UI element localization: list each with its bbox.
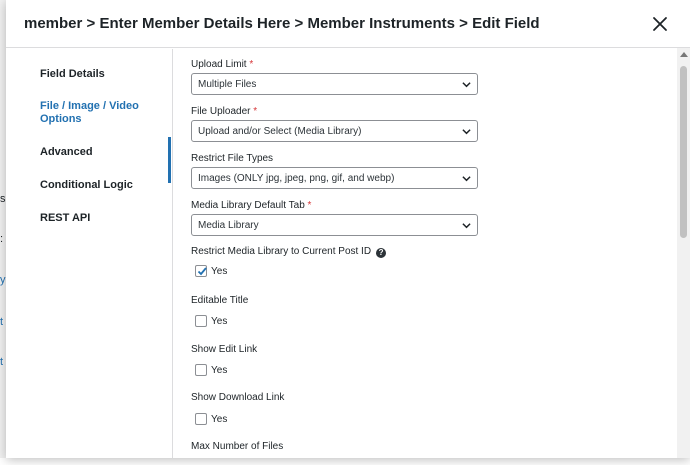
checkbox-label: Yes — [211, 365, 228, 376]
sidebar-divider — [172, 49, 173, 458]
scroll-up-arrow[interactable] — [680, 52, 688, 57]
label-text: Max Number of Files — [191, 441, 284, 452]
select-value: Upload and/or Select (Media Library) — [198, 126, 362, 137]
close-icon — [653, 17, 667, 31]
required-marker: * — [307, 200, 312, 211]
editable-title-label: Editable Title — [191, 295, 248, 306]
sidebar-item-conditional-logic[interactable]: Conditional Logic — [40, 179, 133, 192]
upload-limit-select[interactable]: Multiple Files — [191, 73, 478, 95]
background-fragment: t — [0, 356, 4, 368]
editable-title-checkbox[interactable] — [195, 315, 207, 327]
sidebar-item-field-details[interactable]: Field Details — [40, 68, 105, 81]
file-uploader-label: File Uploader * — [191, 106, 257, 117]
sidebar-item-label: File / Image / Video — [40, 100, 139, 112]
help-icon[interactable]: ? — [376, 248, 387, 258]
chevron-down-icon — [462, 129, 471, 135]
breadcrumb: member > Enter Member Details Here > Mem… — [24, 15, 540, 32]
media-library-tab-label: Media Library Default Tab * — [191, 200, 311, 211]
close-button[interactable] — [650, 14, 670, 34]
sidebar-item-label: REST API — [40, 212, 91, 224]
label-text: Show Edit Link — [191, 344, 258, 355]
required-marker: * — [249, 59, 254, 70]
active-tab-indicator — [168, 137, 171, 183]
sidebar-item-advanced[interactable]: Advanced — [40, 146, 93, 159]
label-text: Upload Limit — [191, 59, 247, 70]
restrict-media-library-label: Restrict Media Library to Current Post I… — [191, 246, 387, 258]
label-text: Editable Title — [191, 295, 249, 306]
checkmark-icon — [197, 267, 207, 276]
edit-field-modal: member > Enter Member Details Here > Mem… — [6, 0, 690, 458]
field-settings: Upload Limit * Multiple Files File Uploa… — [191, 49, 671, 458]
label-text: File Uploader — [191, 106, 251, 117]
chevron-down-icon — [462, 82, 471, 88]
required-marker: * — [253, 106, 258, 117]
background-fragment: t — [0, 316, 4, 328]
sidebar-item-label: Options — [40, 113, 82, 125]
scroll-thumb[interactable] — [680, 66, 687, 238]
file-uploader-select[interactable]: Upload and/or Select (Media Library) — [191, 120, 478, 142]
checkbox-label: Yes — [211, 414, 228, 425]
max-number-of-files-label: Max Number of Files — [191, 441, 283, 452]
show-edit-link-label: Show Edit Link — [191, 344, 257, 355]
sidebar-item-label: Field Details — [40, 68, 105, 80]
checkbox-label: Yes — [211, 316, 228, 327]
sidebar: Field Details File / Image / Video Optio… — [6, 49, 172, 458]
background-fragment: y — [0, 274, 6, 286]
background-fragment: : — [0, 233, 4, 245]
show-download-link-label: Show Download Link — [191, 392, 284, 403]
modal-header: member > Enter Member Details Here > Mem… — [6, 0, 690, 48]
select-value: Images (ONLY jpg, jpeg, png, gif, and we… — [198, 173, 395, 184]
restrict-media-library-checkbox[interactable] — [195, 265, 207, 277]
sidebar-item-rest-api[interactable]: REST API — [40, 212, 90, 225]
checkbox-label: Yes — [211, 266, 228, 277]
chevron-down-icon — [462, 223, 471, 229]
restrict-file-types-select[interactable]: Images (ONLY jpg, jpeg, png, gif, and we… — [191, 167, 478, 189]
content-scrollbar[interactable] — [677, 48, 690, 458]
sidebar-item-label: Advanced — [40, 146, 93, 158]
show-edit-link-checkbox[interactable] — [195, 364, 207, 376]
upload-limit-label: Upload Limit * — [191, 59, 253, 70]
select-value: Media Library — [198, 220, 259, 231]
show-download-link-checkbox[interactable] — [195, 413, 207, 425]
label-text: Restrict File Types — [191, 153, 274, 164]
label-text: Media Library Default Tab — [191, 200, 305, 211]
media-library-tab-select[interactable]: Media Library — [191, 214, 478, 236]
label-text: Restrict Media Library to Current Post I… — [191, 246, 372, 257]
sidebar-item-label: Conditional Logic — [40, 179, 133, 191]
background-page-strip — [0, 458, 690, 465]
label-text: Show Download Link — [191, 392, 285, 403]
chevron-down-icon — [462, 176, 471, 182]
background-fragment: s — [0, 193, 6, 205]
sidebar-item-file-image-video-options[interactable]: File / Image / Video Options — [40, 100, 139, 126]
restrict-file-types-label: Restrict File Types — [191, 153, 273, 164]
select-value: Multiple Files — [198, 79, 257, 90]
